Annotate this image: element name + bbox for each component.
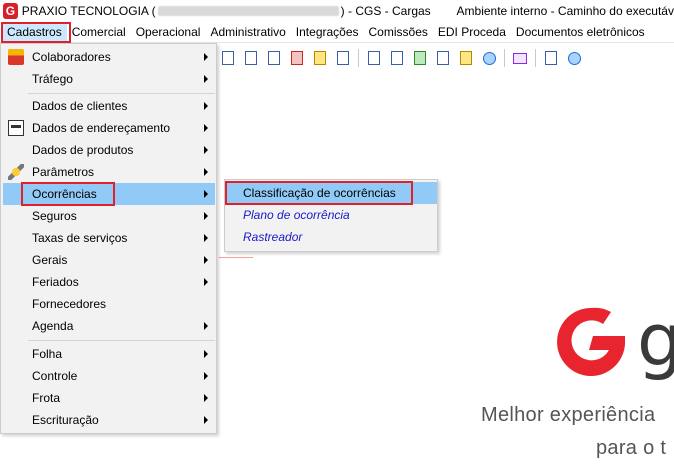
menu-item-label: Dados de clientes (32, 99, 128, 113)
menu-item-label: Tráfego (32, 72, 73, 86)
truck-icon[interactable] (287, 48, 307, 68)
submenu-item-label: Rastreador (243, 230, 303, 244)
window-title-suffix: ) - CGS - Cargas (340, 4, 431, 18)
chevron-right-icon (204, 234, 208, 242)
menu-item-label: Seguros (32, 209, 77, 223)
menu-documentos-eletronicos[interactable]: Documentos eletrônicos (511, 23, 650, 42)
toolbar-separator (358, 49, 359, 67)
menu-item-label: Dados de produtos (32, 143, 134, 157)
menu-item-gerais[interactable]: Gerais (3, 249, 215, 271)
menu-item-dados-de-clientes[interactable]: Dados de clientes (3, 95, 215, 117)
menu-separator (28, 93, 215, 94)
menu-item-agenda[interactable]: Agenda (3, 315, 215, 337)
toolbar-separator (535, 49, 536, 67)
menu-item-label: Taxas de serviços (32, 231, 128, 245)
address-card-icon (8, 120, 24, 136)
printer-icon[interactable] (433, 48, 453, 68)
window-title-prefix: PRAXIO TECNOLOGIA ( (21, 4, 156, 18)
menu-item-taxas-de-servicos[interactable]: Taxas de serviços (3, 227, 215, 249)
highlight-classificacao (225, 181, 413, 205)
menu-item-label: Fornecedores (32, 297, 107, 311)
chevron-right-icon (204, 190, 208, 198)
brand-wordmark: g (637, 298, 674, 382)
menu-item-feriados[interactable]: Feriados (3, 271, 215, 293)
report-icon[interactable] (387, 48, 407, 68)
menu-bar: Cadastros Comercial Operacional Administ… (0, 22, 674, 43)
chevron-right-icon (204, 350, 208, 358)
menu-item-label: Gerais (32, 253, 68, 267)
menu-item-label: Feriados (32, 275, 79, 289)
highlight-ocorrencias (21, 182, 115, 206)
chevron-right-icon (204, 394, 208, 402)
brand-logo-icon (557, 307, 625, 376)
redacted-title-segment (157, 6, 339, 16)
cadastros-dropdown: Colaboradores Tráfego Dados de clientes … (0, 43, 217, 434)
submenu-item-rastreador[interactable]: Rastreador (227, 226, 437, 248)
menu-comercial[interactable]: Comercial (67, 23, 131, 42)
menu-item-label: Escrituração (32, 413, 99, 427)
chevron-right-icon (204, 212, 208, 220)
menu-integracoes[interactable]: Integrações (291, 23, 364, 42)
chevron-right-icon (204, 53, 208, 61)
monitor-icon[interactable] (510, 48, 530, 68)
menu-item-seguros[interactable]: Seguros (3, 205, 215, 227)
chevron-right-icon (204, 146, 208, 154)
menu-edi-proceda[interactable]: EDI Proceda (433, 23, 511, 42)
search-doc-icon[interactable] (364, 48, 384, 68)
menu-item-dados-de-enderecamento[interactable]: Dados de endereçamento (3, 117, 215, 139)
chevron-right-icon (204, 102, 208, 110)
menu-item-parametros[interactable]: Parâmetros (3, 161, 215, 183)
clipboard-icon[interactable] (310, 48, 330, 68)
menu-item-label: Parâmetros (32, 165, 95, 179)
print-list-icon[interactable] (264, 48, 284, 68)
chevron-right-icon (204, 168, 208, 176)
decorative-line (219, 257, 253, 258)
menu-item-frota[interactable]: Frota (3, 387, 215, 409)
bell-icon[interactable] (479, 48, 499, 68)
key-icon[interactable] (333, 48, 353, 68)
tagline-line-2: para o t (596, 437, 667, 459)
menu-item-escrituracao[interactable]: Escrituração (3, 409, 215, 431)
picture-icon[interactable] (410, 48, 430, 68)
menu-administrativo[interactable]: Administrativo (205, 23, 290, 42)
document-icon[interactable] (218, 48, 238, 68)
menu-item-label: Frota (32, 391, 61, 405)
chevron-right-icon (204, 256, 208, 264)
highlight-cadastros (1, 22, 71, 43)
chevron-right-icon (204, 322, 208, 330)
menu-comissoes[interactable]: Comissões (364, 23, 433, 42)
submenu-item-plano-de-ocorrencia[interactable]: Plano de ocorrência (227, 204, 437, 226)
menu-item-label: Agenda (32, 319, 74, 333)
menu-item-label: Colaboradores (32, 50, 111, 64)
menu-item-controle[interactable]: Controle (3, 365, 215, 387)
toolbar (218, 46, 587, 70)
title-bar: G PRAXIO TECNOLOGIA ( ) - CGS - Cargas A… (0, 0, 674, 22)
chevron-right-icon (204, 278, 208, 286)
menu-item-colaboradores[interactable]: Colaboradores (3, 46, 215, 68)
menu-item-label: Controle (32, 369, 78, 383)
copy-icon[interactable] (241, 48, 261, 68)
brand-icon[interactable] (564, 48, 584, 68)
toolbar-separator (504, 49, 505, 67)
tools-icon (8, 164, 24, 180)
chevron-right-icon (204, 124, 208, 132)
chevron-right-icon (204, 416, 208, 424)
menu-item-fornecedores[interactable]: Fornecedores (3, 293, 215, 315)
chevron-right-icon (204, 372, 208, 380)
environment-label: Ambiente interno - Caminho do executáv (456, 4, 674, 18)
menu-item-trafego[interactable]: Tráfego (3, 68, 215, 90)
pie-chart-icon[interactable] (456, 48, 476, 68)
chevron-right-icon (204, 75, 208, 83)
tagline-line-1: Melhor experiência (481, 404, 656, 426)
menu-item-label: Dados de endereçamento (32, 121, 171, 135)
submenu-item-label: Plano de ocorrência (243, 208, 350, 222)
menu-item-folha[interactable]: Folha (3, 343, 215, 365)
tools-icon[interactable] (541, 48, 561, 68)
menu-separator (28, 340, 215, 341)
people-icon (8, 49, 24, 65)
menu-item-label: Folha (32, 347, 63, 361)
app-logo-icon[interactable]: G (3, 3, 18, 19)
menu-item-dados-de-produtos[interactable]: Dados de produtos (3, 139, 215, 161)
menu-operacional[interactable]: Operacional (131, 23, 206, 42)
